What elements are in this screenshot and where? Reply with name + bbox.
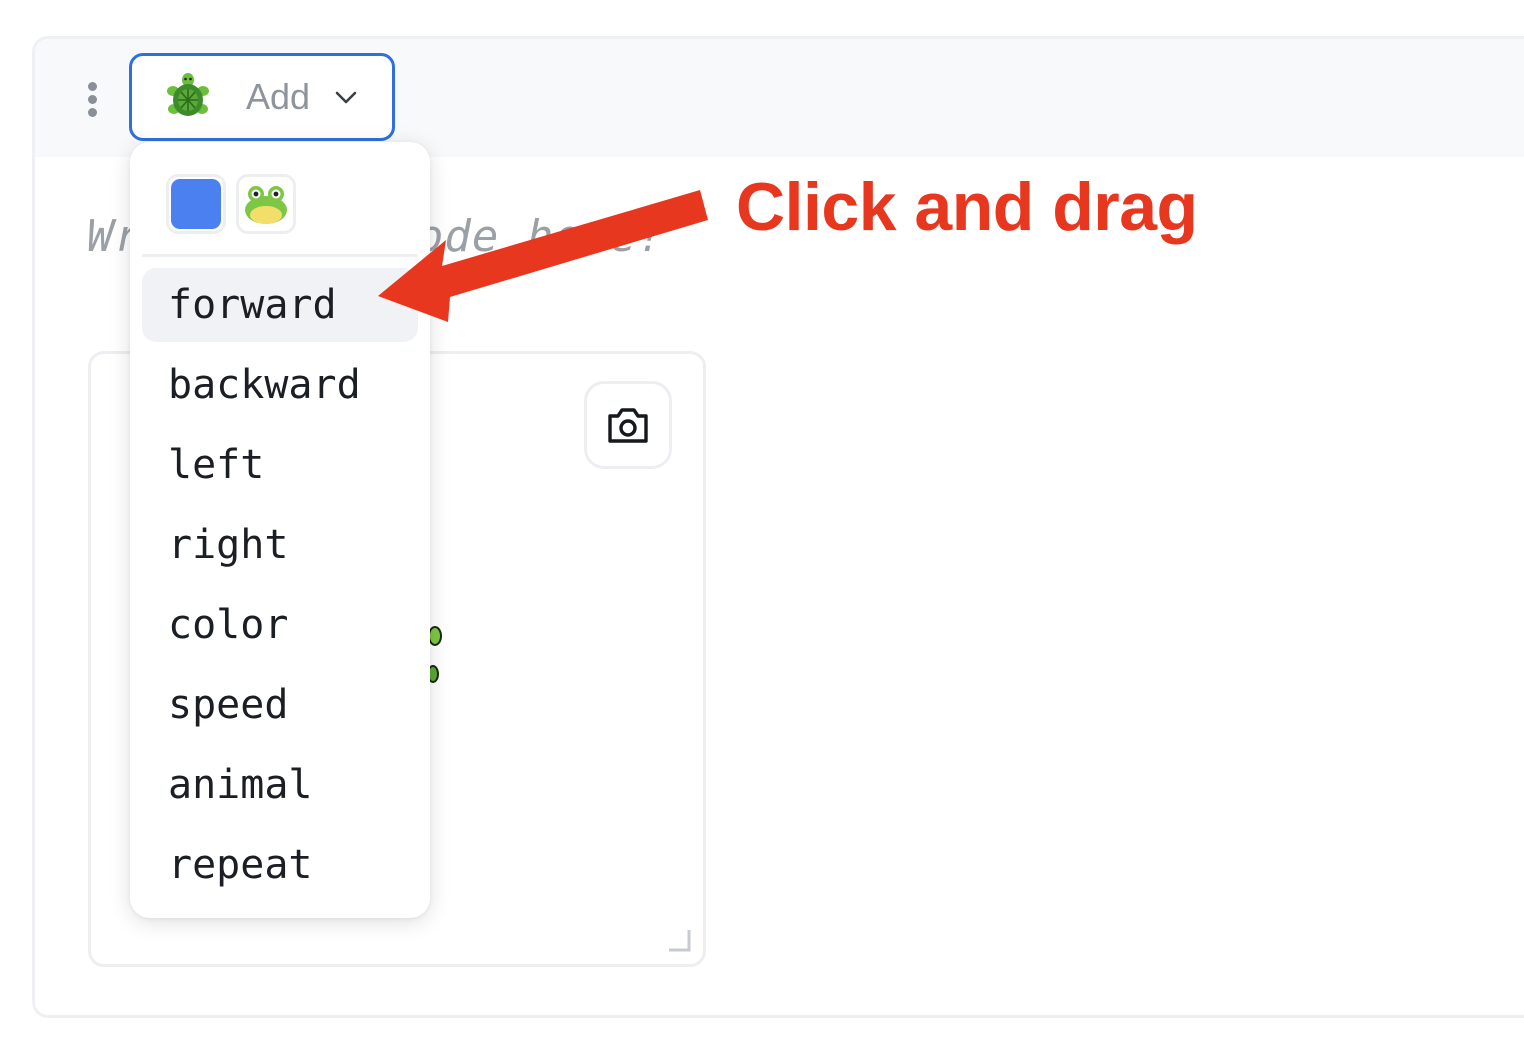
turtle-icon — [167, 73, 209, 116]
color-swatch[interactable] — [166, 174, 226, 234]
chevron-down-icon — [335, 91, 357, 104]
screenshot-button[interactable] — [584, 381, 672, 469]
add-command-button[interactable]: Add — [129, 53, 395, 141]
menu-item-speed[interactable]: speed — [142, 668, 418, 742]
editor-toolbar: Add — [35, 39, 1524, 157]
camera-icon — [608, 408, 648, 443]
menu-item-animal[interactable]: animal — [142, 748, 418, 822]
swatch-row — [166, 174, 296, 234]
frog-icon — [245, 186, 287, 224]
add-button-label: Add — [246, 76, 311, 117]
menu-item-repeat[interactable]: repeat — [142, 828, 418, 902]
annotation-arrow-icon — [378, 190, 708, 322]
menu-item-backward[interactable]: backward — [142, 348, 418, 422]
blue-color-fill — [171, 179, 221, 229]
animal-swatch[interactable] — [236, 174, 296, 234]
menu-item-color[interactable]: color — [142, 588, 418, 662]
resize-handle-icon[interactable] — [667, 928, 691, 952]
kebab-menu-icon[interactable] — [85, 82, 99, 122]
menu-item-right[interactable]: right — [142, 508, 418, 582]
menu-item-left[interactable]: left — [142, 428, 418, 502]
command-menu: forward backward left right color speed … — [142, 268, 418, 908]
annotation-label: Click and drag — [736, 169, 1198, 245]
